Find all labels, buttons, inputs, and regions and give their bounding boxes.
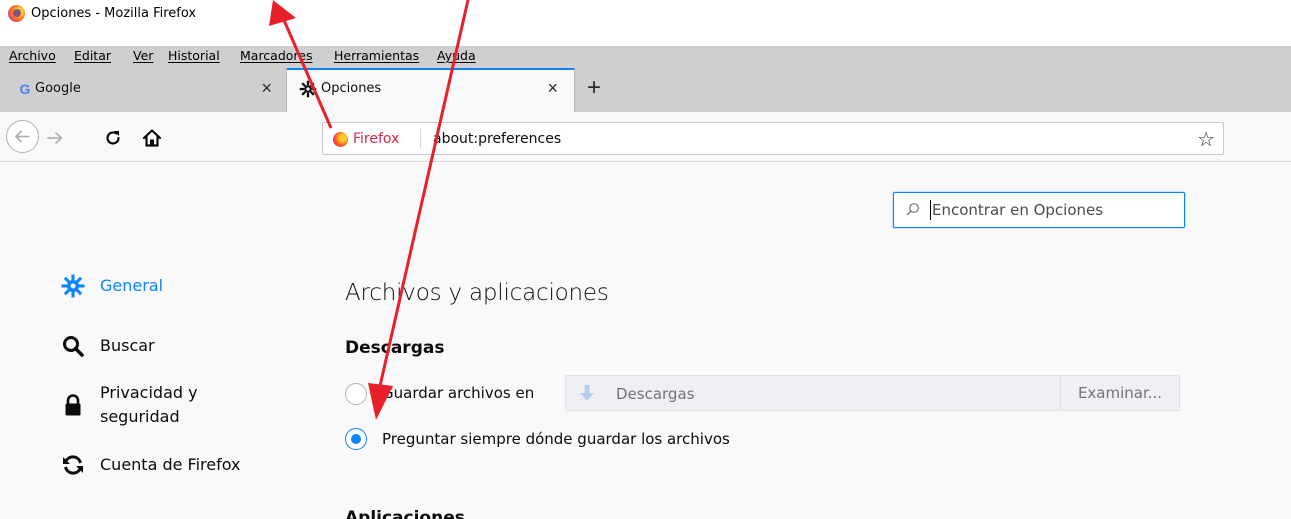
home-icon[interactable]	[141, 127, 163, 149]
save-files-radio[interactable]	[345, 383, 367, 405]
always-ask-radio[interactable]	[345, 428, 367, 450]
sidebar-item-label: Cuenta de Firefox	[100, 455, 241, 474]
sidebar-item-buscar[interactable]: Buscar	[60, 334, 155, 358]
sidebar-item-label: General	[100, 276, 164, 295]
lock-icon	[65, 394, 81, 416]
sidebar-item-label: Privacidad y seguridad	[100, 383, 198, 426]
menu-ayuda[interactable]: Ayuda	[437, 48, 476, 63]
title-bar: Opciones - Mozilla Firefox	[0, 0, 1291, 26]
search-icon	[906, 203, 919, 216]
window-title: Opciones - Mozilla Firefox	[31, 6, 197, 21]
applications-heading: Aplicaciones	[345, 508, 465, 519]
sidebar-item-privacidad[interactable]: Privacidad y seguridad	[60, 381, 240, 429]
always-ask-label[interactable]: Preguntar siempre dónde guardar los arch…	[382, 430, 730, 448]
menu-herramientas[interactable]: Herramientas	[334, 48, 419, 63]
url-bar[interactable]: Firefox about:preferences ☆	[322, 122, 1224, 155]
gear-icon	[61, 274, 85, 298]
menu-editar[interactable]: Editar	[74, 48, 111, 63]
forward-arrow-icon[interactable]	[45, 128, 65, 148]
download-folder-field: Descargas	[565, 375, 1061, 411]
menu-marcadores[interactable]: Marcadores	[240, 48, 313, 63]
tab-label: Google	[35, 81, 81, 96]
tab-google[interactable]: G Google ×	[8, 68, 284, 112]
identity-label: Firefox	[353, 131, 400, 147]
identity-separator	[420, 129, 421, 149]
tab-strip: G Google × Opciones ×	[0, 68, 1291, 112]
url-text[interactable]: about:preferences	[433, 131, 561, 147]
save-files-label[interactable]: Guardar archivos en	[382, 384, 534, 402]
menu-bar: Archivo Editar Ver Historial Marcadores …	[0, 46, 1291, 68]
close-tab-icon[interactable]: ×	[547, 78, 558, 98]
sidebar-item-label: Buscar	[100, 336, 155, 355]
new-tab-button[interactable]: +	[587, 76, 601, 100]
back-arrow-icon	[15, 130, 30, 143]
sync-icon	[63, 455, 83, 475]
tab-label: Opciones	[321, 81, 382, 96]
google-icon: G	[19, 81, 31, 97]
tab-opciones[interactable]: Opciones ×	[287, 68, 574, 112]
downloads-heading: Descargas	[345, 338, 445, 358]
sidebar-item-cuenta[interactable]: Cuenta de Firefox	[60, 453, 241, 477]
identity-box[interactable]: Firefox	[333, 129, 399, 149]
close-tab-icon[interactable]: ×	[261, 78, 272, 98]
reload-icon[interactable]	[103, 128, 123, 148]
sidebar-item-general[interactable]: General	[60, 274, 163, 298]
bookmark-star-icon[interactable]: ☆	[1197, 127, 1215, 152]
download-arrow-icon	[580, 385, 594, 401]
search-placeholder: Encontrar en Opciones	[932, 201, 1104, 219]
firefox-logo-icon	[333, 131, 348, 147]
download-folder-value: Descargas	[616, 385, 695, 403]
gear-icon	[299, 80, 317, 98]
search-input[interactable]: Encontrar en Opciones	[893, 192, 1185, 228]
browse-button[interactable]: Examinar...	[1060, 375, 1180, 411]
menu-historial[interactable]: Historial	[168, 48, 220, 63]
section-title: Archivos y aplicaciones	[345, 280, 609, 306]
back-button[interactable]	[6, 120, 39, 153]
search-icon	[63, 336, 84, 357]
firefox-logo-icon	[8, 5, 25, 22]
menu-ver[interactable]: Ver	[133, 48, 153, 63]
menu-archivo[interactable]: Archivo	[9, 48, 56, 63]
text-caret	[930, 200, 931, 220]
